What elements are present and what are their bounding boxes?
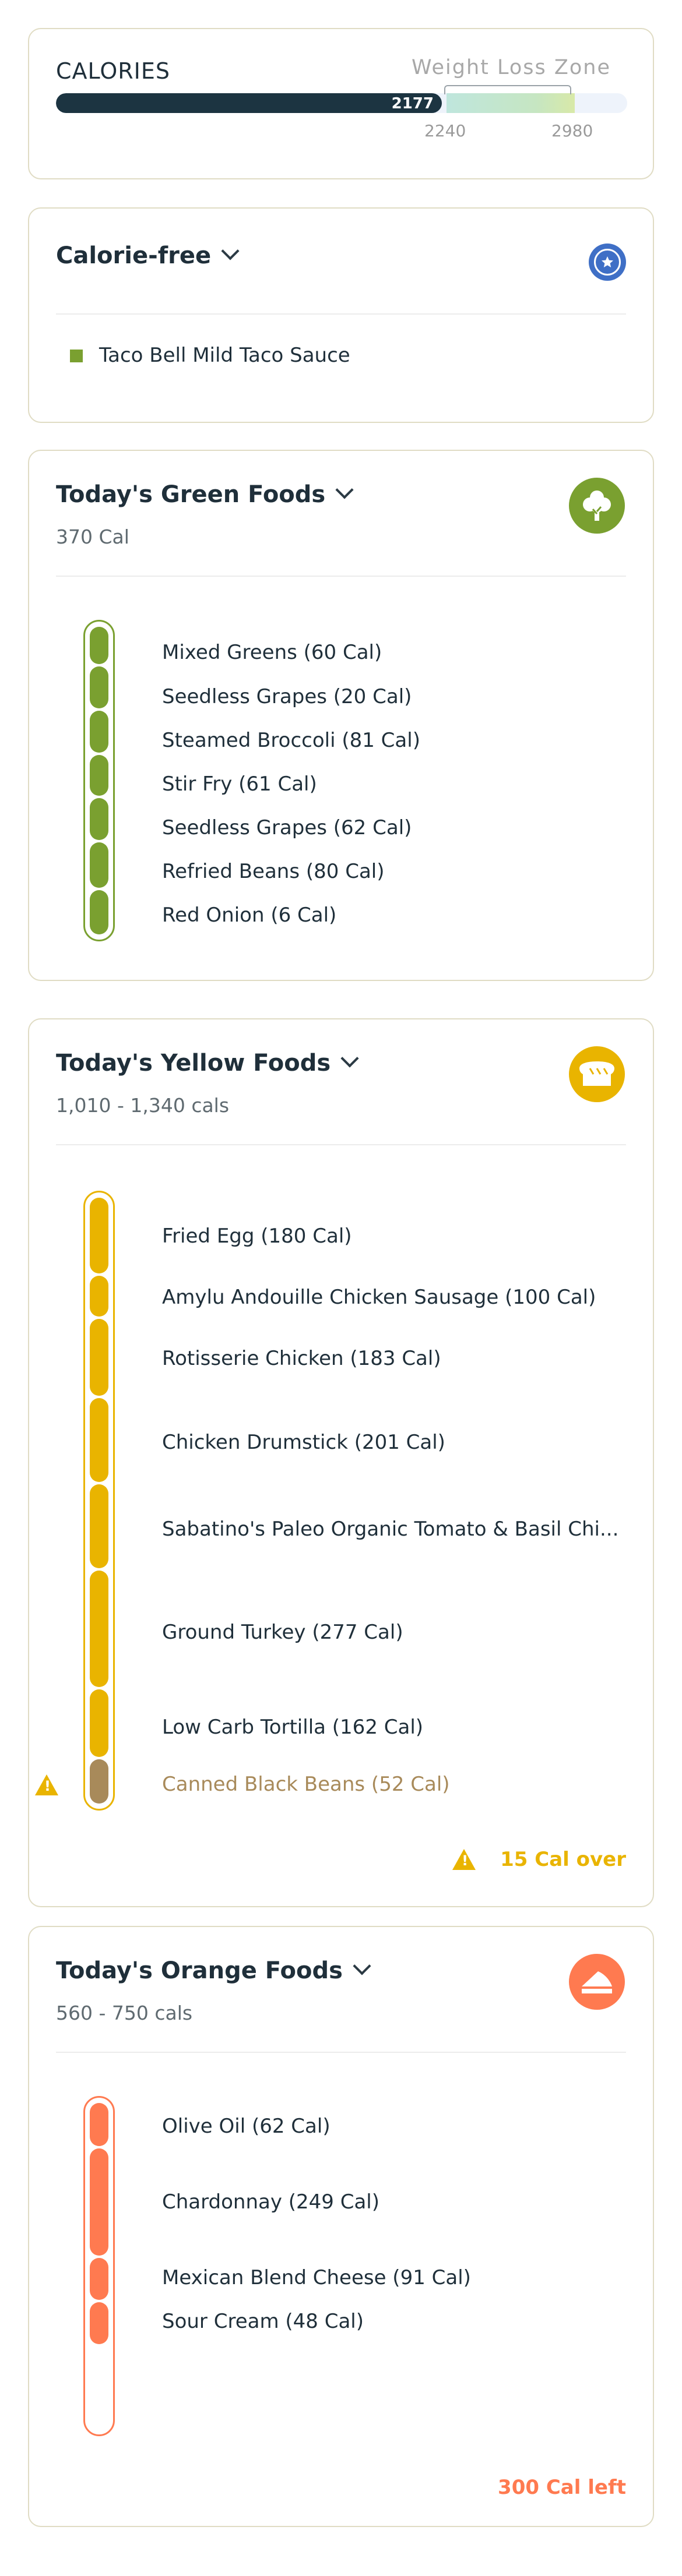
section-divider xyxy=(56,576,626,577)
orange-food-segment xyxy=(90,2148,108,2256)
calories-card: CALORIES Weight Loss Zone 2177 2240 2980 xyxy=(28,28,654,179)
yellow-food-segment xyxy=(90,1198,108,1273)
green-food-segment xyxy=(90,711,108,753)
orange-food-segment xyxy=(90,2103,108,2146)
bread-icon[interactable] xyxy=(569,1046,625,1102)
calories-label: CALORIES xyxy=(56,58,170,84)
yellow-status: ! 15 Cal over xyxy=(452,1848,626,1873)
yellow-food-segment xyxy=(90,1276,108,1317)
food-item[interactable]: Ground Turkey (277 Cal) xyxy=(162,1621,403,1644)
orange-status-text: 300 Cal left xyxy=(498,2476,626,2499)
food-item[interactable]: Sabatino's Paleo Organic Tomato & Basil … xyxy=(162,1518,618,1541)
food-item[interactable]: Seedless Grapes (62 Cal) xyxy=(162,816,412,839)
orange-food-segment xyxy=(90,2302,108,2344)
yellow-food-segment xyxy=(90,1484,108,1568)
orange-food-segment xyxy=(90,2258,108,2300)
food-item[interactable]: Sour Cream (48 Cal) xyxy=(162,2310,364,2333)
food-item[interactable]: Seedless Grapes (20 Cal) xyxy=(162,685,412,708)
calorie-free-item: Taco Bell Mild Taco Sauce xyxy=(99,344,350,367)
over-limit-segment xyxy=(90,1759,108,1804)
food-item-over-limit[interactable]: Canned Black Beans (52 Cal) xyxy=(162,1773,450,1796)
weight-loss-zone-band xyxy=(447,93,575,113)
food-item[interactable]: Fried Egg (180 Cal) xyxy=(162,1225,352,1248)
calorie-free-title: Calorie-free xyxy=(56,242,212,269)
food-item[interactable]: Red Onion (6 Cal) xyxy=(162,904,336,927)
green-foods-card: Today's Green Foods 370 Cal Mixed Greens… xyxy=(28,450,654,981)
green-food-segment xyxy=(90,755,108,796)
tree-icon[interactable] xyxy=(569,478,625,534)
chevron-down-icon xyxy=(335,481,354,499)
chevron-down-icon xyxy=(221,242,240,260)
zone-high-value: 2980 xyxy=(551,121,593,140)
orange-foods-title: Today's Orange Foods xyxy=(56,1957,343,1984)
green-food-segment xyxy=(90,627,108,664)
orange-foods-range: 560 - 750 cals xyxy=(56,2002,193,2024)
section-divider xyxy=(56,1144,626,1145)
cake-slice-icon[interactable] xyxy=(569,1954,625,2010)
warning-icon: ! xyxy=(452,1849,476,1870)
green-foods-header[interactable]: Today's Green Foods xyxy=(56,481,354,508)
food-item[interactable]: Mixed Greens (60 Cal) xyxy=(162,641,382,664)
warning-icon: ! xyxy=(35,1774,58,1795)
section-divider xyxy=(56,2052,626,2053)
yellow-foods-range: 1,010 - 1,340 cals xyxy=(56,1094,230,1117)
green-food-segment xyxy=(90,890,108,934)
calorie-progress-track: 2177 xyxy=(56,93,627,113)
consumed-calories: 2177 xyxy=(391,95,434,112)
food-item[interactable]: Stir Fry (61 Cal) xyxy=(162,772,317,796)
zone-low-value: 2240 xyxy=(424,121,466,140)
green-square-marker xyxy=(70,350,83,362)
zone-bracket xyxy=(444,85,571,94)
green-food-segment xyxy=(90,666,108,708)
green-food-segment xyxy=(90,798,108,840)
green-food-segment xyxy=(90,842,108,888)
food-item[interactable]: Refried Beans (80 Cal) xyxy=(162,860,385,883)
weight-loss-zone-label: Weight Loss Zone xyxy=(411,56,611,79)
yellow-foods-title: Today's Yellow Foods xyxy=(56,1050,331,1077)
yellow-food-segment xyxy=(90,1689,108,1757)
yellow-status-text: 15 Cal over xyxy=(500,1848,626,1871)
food-item[interactable]: Chardonnay (249 Cal) xyxy=(162,2190,379,2214)
food-item[interactable]: Chicken Drumstick (201 Cal) xyxy=(162,1431,445,1454)
chevron-down-icon xyxy=(340,1049,359,1068)
food-item[interactable]: Steamed Broccoli (81 Cal) xyxy=(162,729,420,752)
yellow-food-segment xyxy=(90,1398,108,1482)
calorie-progress-fill: 2177 xyxy=(56,93,442,113)
food-item[interactable]: Rotisserie Chicken (183 Cal) xyxy=(162,1347,441,1370)
yellow-food-segment xyxy=(90,1319,108,1396)
star-badge-icon[interactable] xyxy=(589,244,626,281)
yellow-food-segment xyxy=(90,1571,108,1687)
food-item[interactable]: Mexican Blend Cheese (91 Cal) xyxy=(162,2266,471,2289)
chevron-down-icon xyxy=(353,1957,371,1975)
green-foods-total: 370 Cal xyxy=(56,525,129,548)
food-item[interactable]: Olive Oil (62 Cal) xyxy=(162,2115,331,2138)
calorie-free-header[interactable]: Calorie-free xyxy=(56,242,240,269)
section-divider xyxy=(56,313,626,315)
food-item[interactable]: Amylu Andouille Chicken Sausage (100 Cal… xyxy=(162,1286,596,1309)
food-item[interactable]: Low Carb Tortilla (162 Cal) xyxy=(162,1716,423,1739)
orange-foods-header[interactable]: Today's Orange Foods xyxy=(56,1957,371,1984)
yellow-foods-header[interactable]: Today's Yellow Foods xyxy=(56,1049,359,1077)
yellow-foods-card: Today's Yellow Foods 1,010 - 1,340 cals … xyxy=(28,1018,654,1907)
calorie-free-card: Calorie-free Taco Bell Mild Taco Sauce xyxy=(28,207,654,423)
green-foods-title: Today's Green Foods xyxy=(56,481,326,508)
orange-foods-card: Today's Orange Foods 560 - 750 cals Oliv… xyxy=(28,1926,654,2527)
